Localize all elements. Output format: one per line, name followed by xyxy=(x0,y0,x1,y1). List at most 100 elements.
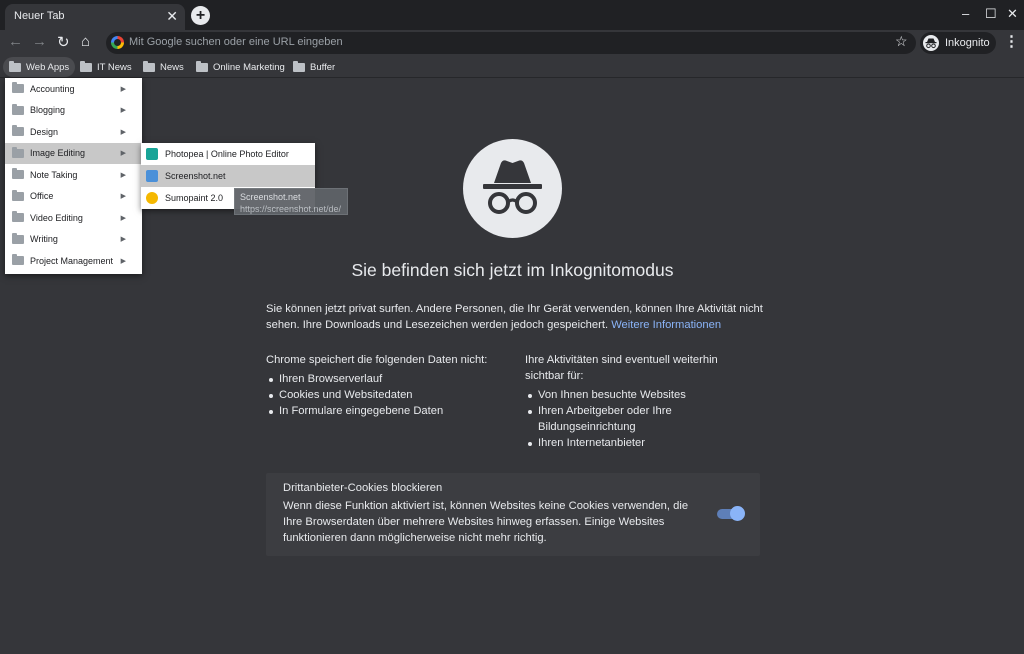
reload-icon[interactable]: ↻ xyxy=(57,33,70,51)
bookmark-label: News xyxy=(160,61,184,73)
block-cookies-toggle[interactable] xyxy=(717,506,745,521)
bookmarks-bar: Web Apps IT News News Online Marketing B… xyxy=(0,56,1024,78)
not-saved-heading: Chrome speichert die folgenden Daten nic… xyxy=(266,352,506,368)
home-icon[interactable]: ⌂ xyxy=(81,33,90,50)
still-visible-column: Ihre Aktivitäten sind eventuell weiterhi… xyxy=(525,352,760,451)
menu-item-label: Sumopaint 2.0 xyxy=(165,193,224,203)
menu-item-video-editing[interactable]: Video Editing ▶ xyxy=(5,207,142,229)
folder-icon xyxy=(143,60,155,72)
menu-item-label: Photopea | Online Photo Editor xyxy=(165,149,289,159)
menu-item-writing[interactable]: Writing ▶ xyxy=(5,229,142,251)
still-visible-heading: Ihre Aktivitäten sind eventuell weiterhi… xyxy=(525,352,760,384)
submenu-arrow-icon: ▶ xyxy=(120,236,126,244)
menu-item-label: Accounting xyxy=(30,83,75,94)
menu-item-design[interactable]: Design ▶ xyxy=(5,121,142,143)
list-item: Ihren Arbeitgeber oder Ihre Bildungseinr… xyxy=(525,403,760,435)
screenshot-net-icon xyxy=(146,170,158,182)
bookmark-star-icon[interactable]: ☆ xyxy=(895,33,908,50)
not-saved-column: Chrome speichert die folgenden Daten nic… xyxy=(266,352,506,419)
heading-prefix: Chrome xyxy=(266,354,309,366)
submenu-arrow-icon: ▶ xyxy=(120,214,126,222)
menu-item-photopea[interactable]: Photopea | Online Photo Editor xyxy=(141,143,315,165)
link-tooltip: Screenshot.net https://screenshot.net/de… xyxy=(234,188,348,215)
menu-item-blogging[interactable]: Blogging ▶ xyxy=(5,100,142,122)
list-item: Cookies und Websitedaten xyxy=(266,387,506,403)
learn-more-link[interactable]: Weitere Informationen xyxy=(611,319,721,331)
submenu-arrow-icon: ▶ xyxy=(120,257,126,265)
forward-icon[interactable]: → xyxy=(32,33,47,50)
menu-item-note-taking[interactable]: Note Taking ▶ xyxy=(5,164,142,186)
incognito-button[interactable]: Inkognito xyxy=(920,32,996,54)
folder-icon xyxy=(293,60,305,72)
toolbar: ← → ↻ ⌂ Mit Google suchen oder eine URL … xyxy=(0,30,1024,56)
omnibox-placeholder: Mit Google suchen oder eine URL eingeben xyxy=(129,36,343,48)
heading-emphasis: speichert die folgenden Daten nicht: xyxy=(308,354,488,366)
bookmark-label: Web Apps xyxy=(26,61,70,73)
menu-item-office[interactable]: Office ▶ xyxy=(5,186,142,208)
tab-title: Neuer Tab xyxy=(14,10,65,22)
third-party-cookies-card: Drittanbieter-Cookies blockieren Wenn di… xyxy=(266,473,760,556)
tooltip-title: Screenshot.net xyxy=(240,192,301,202)
submenu-arrow-icon: ▶ xyxy=(120,107,126,115)
heading-emphasis: Ihre Aktivitäten sind eventuell weiterhi… xyxy=(525,354,718,382)
incognito-icon xyxy=(923,35,939,51)
list-item: Von Ihnen besuchte Websites xyxy=(525,387,760,403)
folder-icon xyxy=(196,60,208,72)
submenu-arrow-icon: ▶ xyxy=(120,85,126,93)
bookmark-label: Buffer xyxy=(310,61,336,73)
new-tab-button[interactable]: + xyxy=(191,6,210,25)
menu-item-label: Writing xyxy=(30,234,58,245)
submenu-arrow-icon: ▶ xyxy=(120,128,126,136)
title-bar: Neuer Tab ✕ + – ☐ ✕ xyxy=(0,0,1024,30)
sumopaint-icon xyxy=(146,192,158,204)
tab-new-tab[interactable]: Neuer Tab ✕ xyxy=(5,4,185,30)
menu-item-label: Office xyxy=(30,191,54,202)
bookmark-buffer[interactable]: Buffer xyxy=(293,57,335,77)
bookmark-web-apps[interactable]: Web Apps xyxy=(3,57,76,77)
folder-icon xyxy=(12,232,24,244)
intro-paragraph: Sie können jetzt privat surfen. Andere P… xyxy=(266,301,766,333)
menu-item-label: Video Editing xyxy=(30,212,83,223)
list-item: Ihren Browserverlauf xyxy=(266,371,506,387)
omnibox[interactable]: Mit Google suchen oder eine URL eingeben xyxy=(106,32,916,54)
tooltip-url: https://screenshot.net/de/ xyxy=(240,204,342,214)
folder-icon xyxy=(12,189,24,201)
menu-item-image-editing[interactable]: Image Editing ▶ xyxy=(5,142,142,164)
menu-item-accounting[interactable]: Accounting ▶ xyxy=(5,78,142,100)
cookies-title: Drittanbieter-Cookies blockieren xyxy=(283,482,443,494)
not-saved-list: Ihren Browserverlauf Cookies und Website… xyxy=(266,371,506,419)
menu-item-project-management[interactable]: Project Management ▶ xyxy=(5,250,142,272)
menu-item-label: Project Management xyxy=(30,255,114,266)
incognito-label: Inkognito xyxy=(945,37,990,49)
bookmark-it-news[interactable]: IT News xyxy=(80,57,132,77)
folder-icon xyxy=(12,82,24,94)
menu-item-label: Note Taking xyxy=(30,169,78,180)
folder-icon xyxy=(12,103,24,115)
photopea-icon xyxy=(146,148,158,160)
folder-icon xyxy=(12,211,24,223)
list-item: Ihren Internetanbieter xyxy=(525,435,760,451)
submenu-arrow-icon: ▶ xyxy=(120,171,126,179)
bookmark-label: Online Marketing xyxy=(213,61,285,73)
back-icon[interactable]: ← xyxy=(8,33,23,50)
menu-item-label: Blogging xyxy=(30,105,66,116)
maximize-icon[interactable]: ☐ xyxy=(985,6,997,22)
folder-icon xyxy=(12,146,24,158)
menu-item-screenshot-net[interactable]: Screenshot.net xyxy=(141,165,315,187)
tab-close-icon[interactable]: ✕ xyxy=(166,8,178,24)
bookmark-online-marketing[interactable]: Online Marketing xyxy=(196,57,285,77)
menu-item-label: Design xyxy=(30,126,59,137)
google-icon xyxy=(111,36,124,49)
folder-icon xyxy=(9,60,21,72)
toggle-knob xyxy=(730,506,745,521)
folder-icon xyxy=(12,254,24,266)
bookmark-label: IT News xyxy=(97,61,132,73)
bookmark-news[interactable]: News xyxy=(143,57,184,77)
heading-suffix: für: xyxy=(564,370,584,382)
menu-icon[interactable]: ⋮ xyxy=(1004,32,1019,50)
window-close-icon[interactable]: ✕ xyxy=(1007,6,1018,22)
web-apps-menu: Accounting ▶ Blogging ▶ Design ▶ Image E… xyxy=(5,78,142,274)
minimize-icon[interactable]: – xyxy=(962,6,969,21)
list-item: In Formulare eingegebene Daten xyxy=(266,403,506,419)
incognito-spy-icon xyxy=(463,139,562,238)
